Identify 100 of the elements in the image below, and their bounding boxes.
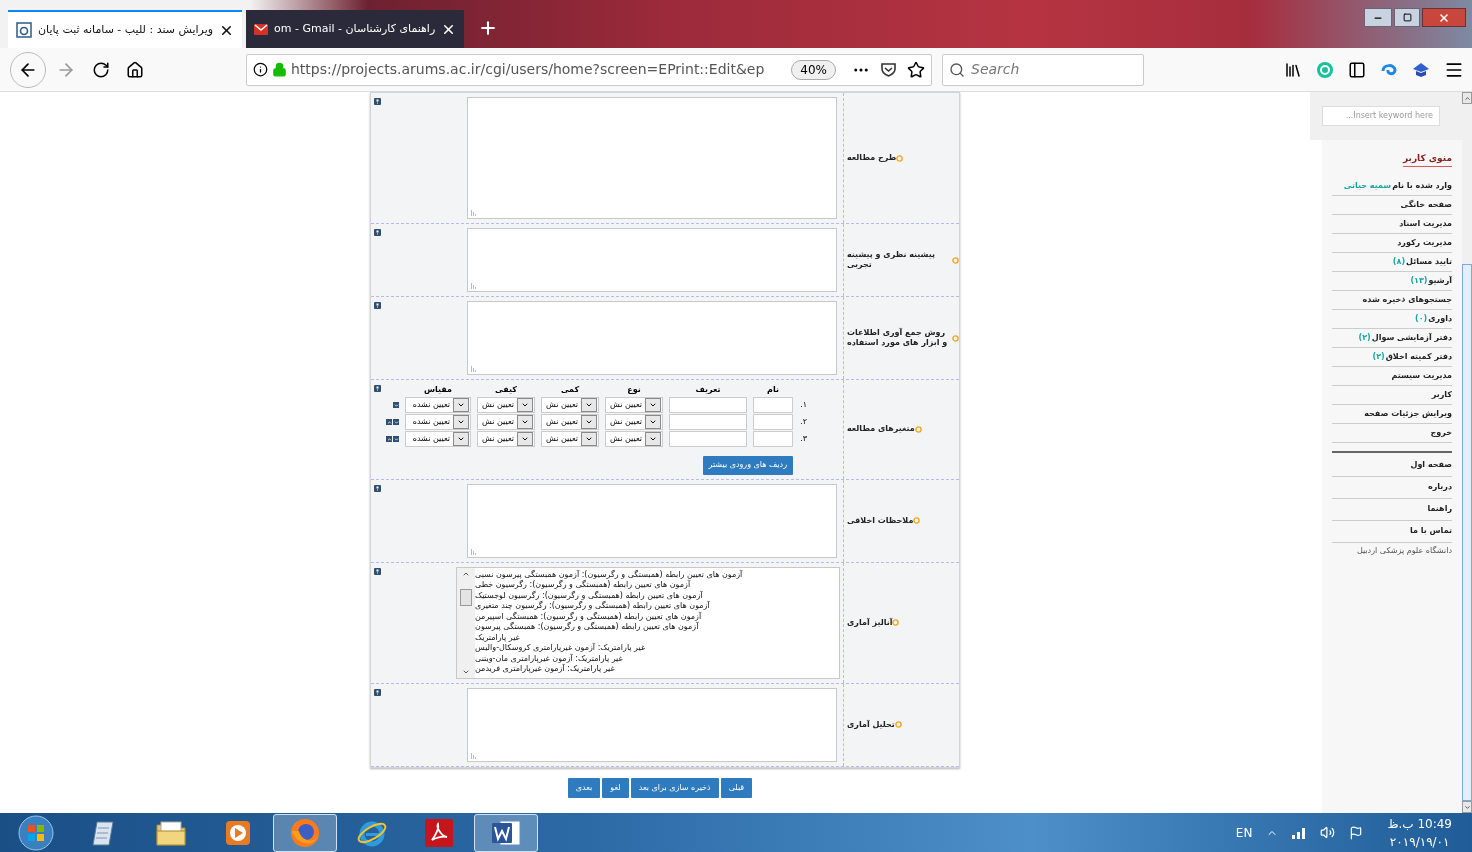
- move-up-icon[interactable]: [386, 436, 392, 442]
- list-option[interactable]: غیر پارامتریک: [475, 632, 520, 643]
- dropdown[interactable]: تعیین نشده: [405, 397, 471, 413]
- clock-time[interactable]: 10:49 ب.ظ: [1387, 814, 1452, 833]
- menu-item[interactable]: مدیریت رکورد: [1332, 233, 1452, 253]
- add-rows-button[interactable]: ردیف های ورودی بیشتر: [702, 455, 793, 475]
- move-up-icon[interactable]: [386, 419, 392, 425]
- help-icon[interactable]: [373, 688, 381, 696]
- list-option[interactable]: آزمون های تعیین رابطه (همبستگی و رگرسیون): همبستگی اسپیرمن: [475, 611, 702, 622]
- help-icon[interactable]: [373, 98, 381, 105]
- shield-icon[interactable]: [880, 61, 897, 78]
- bookmark-star-icon[interactable]: [907, 60, 925, 79]
- reload-icon[interactable]: [92, 60, 110, 79]
- language-indicator[interactable]: EN: [1235, 823, 1253, 842]
- maximize-button[interactable]: [1394, 8, 1420, 27]
- list-option[interactable]: آزمون های تعیین رابطه (همبستگی و رگرسیون): آزمون همبستگی پیرسون نسبی: [475, 569, 743, 580]
- list-option[interactable]: آزمون های تعیین رابطه (همبستگی و رگرسیون): رگرسیون خطی: [475, 580, 691, 591]
- footer-link[interactable]: تماس با ما: [1332, 520, 1452, 543]
- menu-item[interactable]: مدیریت اسناد: [1332, 214, 1452, 234]
- help-icon[interactable]: [373, 567, 381, 575]
- name-input[interactable]: [753, 397, 793, 413]
- list-option[interactable]: آزمون های تعیین رابطه (همبستگی و رگرسیون): رگرسیون لوجستیک: [475, 590, 703, 601]
- help-icon[interactable]: [373, 484, 381, 492]
- resize-grip-icon[interactable]: [471, 752, 477, 759]
- menu-item[interactable]: تایید مسائل(۸): [1332, 252, 1452, 272]
- scroll-up-icon[interactable]: [1463, 94, 1471, 102]
- definition-input[interactable]: [669, 397, 747, 413]
- taskbar-app[interactable]: [474, 813, 538, 852]
- library-icon[interactable]: [1284, 60, 1302, 79]
- home-icon[interactable]: [126, 60, 144, 79]
- list-option[interactable]: آزمون های تعیین رابطه (همبستگی و رگرسیون): همبستگی پیرسون: [475, 622, 699, 633]
- resize-grip-icon[interactable]: [471, 210, 477, 216]
- scroll-down-icon[interactable]: [1463, 803, 1471, 811]
- list-option[interactable]: آزمون های تعیین رابطه (همبستگی و رگرسیون): رگرسیون چند متغیری: [475, 601, 710, 612]
- network-icon[interactable]: [1292, 826, 1307, 839]
- menu-item[interactable]: آرشیو(۱۳): [1332, 271, 1452, 291]
- menu-item[interactable]: وارد شده با نامسمیه حیاتی: [1332, 176, 1452, 196]
- taskbar-app[interactable]: [273, 813, 337, 852]
- help-icon[interactable]: [373, 229, 381, 236]
- list-option[interactable]: غیر پارامتریک: آزمون غیرپارامتری فریدمن: [475, 664, 615, 675]
- menu-item[interactable]: جستجوهای ذخیره شده: [1332, 290, 1452, 310]
- info-icon[interactable]: [253, 62, 268, 77]
- scrollbar[interactable]: [457, 567, 475, 678]
- dropdown[interactable]: تعیین نش: [541, 414, 599, 430]
- search-field[interactable]: Search: [942, 53, 1144, 86]
- menu-item[interactable]: دفتر کمیته اخلاق(۲): [1332, 347, 1452, 367]
- footer-link[interactable]: راهنما: [1332, 498, 1452, 521]
- dropdown[interactable]: تعیین نش: [477, 431, 535, 447]
- footer-link[interactable]: صفحه اول: [1332, 454, 1452, 477]
- scroll-thumb[interactable]: [1462, 264, 1472, 801]
- sidebar-icon[interactable]: [1348, 60, 1366, 79]
- form-button[interactable]: لغو: [602, 777, 629, 798]
- menu-item[interactable]: ویرایش جزئیات صفحه: [1332, 404, 1452, 424]
- grammar-check-icon[interactable]: [1316, 60, 1334, 79]
- menu-item[interactable]: مدیریت سیستم: [1332, 366, 1452, 386]
- menu-item[interactable]: صفحه خانگی: [1332, 195, 1452, 215]
- name-input[interactable]: [753, 431, 793, 447]
- move-down-icon[interactable]: [393, 436, 399, 442]
- dropdown[interactable]: تعیین نش: [605, 431, 663, 447]
- menu-item[interactable]: کاربر: [1332, 385, 1452, 405]
- dropdown[interactable]: تعیین نش: [477, 414, 535, 430]
- menu-item[interactable]: خروج: [1332, 423, 1452, 443]
- help-icon[interactable]: [373, 302, 381, 309]
- close-window-button[interactable]: [1422, 8, 1466, 27]
- zoom-badge[interactable]: 40%: [791, 59, 836, 80]
- browser-tab[interactable]: ویرایش سند : للیب - سامانه ثبت پایان: [8, 10, 243, 48]
- resize-grip-icon[interactable]: [471, 548, 477, 555]
- dropdown[interactable]: تعیین نش: [605, 414, 663, 430]
- list-option[interactable]: غیر پارامتریک: آزمون غیرپارامتری مان-ویتنی: [475, 653, 623, 664]
- scroll-thumb[interactable]: [460, 589, 472, 606]
- minimize-button[interactable]: [1364, 8, 1392, 27]
- dropdown[interactable]: تعیین نش: [605, 397, 663, 413]
- form-button[interactable]: ذخیره سازی برای بعد: [630, 777, 719, 798]
- definition-input[interactable]: [669, 431, 747, 447]
- help-icon[interactable]: [373, 385, 381, 392]
- dropdown[interactable]: تعیین نش: [541, 431, 599, 447]
- dropdown[interactable]: تعیین نش: [541, 397, 599, 413]
- menu-item[interactable]: دفتر آزمایشی سوال(۲): [1332, 328, 1452, 348]
- move-down-icon[interactable]: [393, 419, 399, 425]
- list-option[interactable]: غیر پارامتریک: آزمون غیرپارامتری کروسکال-والیس: [475, 643, 646, 654]
- move-down-icon[interactable]: [393, 402, 399, 408]
- dropdown[interactable]: تعیین نشده: [405, 431, 471, 447]
- page-scrollbar[interactable]: [1462, 92, 1472, 813]
- resize-grip-icon[interactable]: [471, 283, 477, 289]
- dropdown[interactable]: تعیین نش: [477, 397, 535, 413]
- cap-icon[interactable]: [1412, 60, 1430, 79]
- flag-icon[interactable]: [1349, 825, 1364, 840]
- form-button[interactable]: قبلی: [720, 777, 753, 798]
- footer-link[interactable]: درباره: [1332, 476, 1452, 499]
- address-bar[interactable]: https://projects.arums.ac.ir/cgi/users/home?screen=EPrint::Edit&ep 40%: [246, 53, 932, 86]
- dropdown[interactable]: تعیین نشده: [405, 414, 471, 430]
- resize-grip-icon[interactable]: [471, 366, 477, 372]
- volume-icon[interactable]: [1320, 825, 1336, 840]
- name-input[interactable]: [753, 414, 793, 430]
- list-box[interactable]: [456, 566, 840, 679]
- clock-date[interactable]: ۲۰۱۹/۱۹/۰۱: [1389, 832, 1450, 851]
- definition-input[interactable]: [669, 414, 747, 430]
- form-button[interactable]: بعدی: [567, 777, 601, 798]
- menu-item[interactable]: داوری(۰): [1332, 309, 1452, 329]
- browser-tab[interactable]: om - Gmail - راهنمای کارشناسان: [246, 10, 465, 48]
